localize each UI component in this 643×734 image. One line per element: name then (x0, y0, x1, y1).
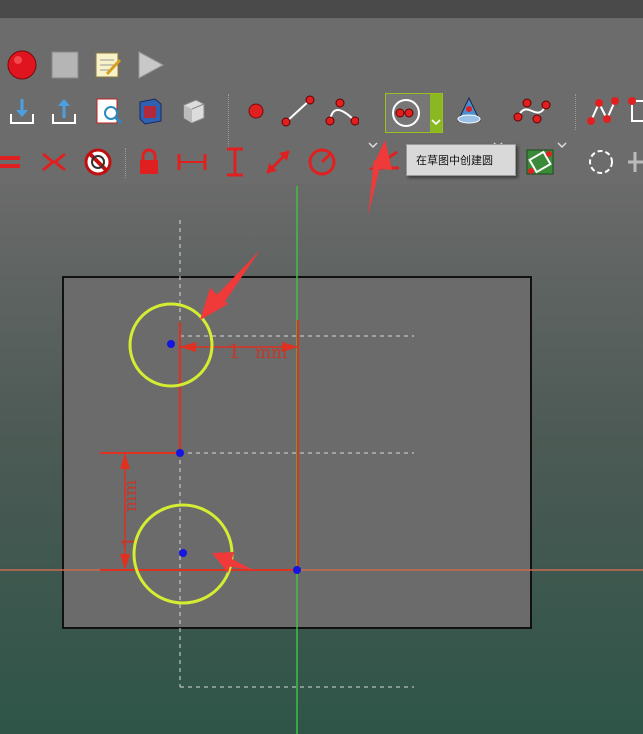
tooltip: 在草图中创建圆 (406, 144, 516, 176)
sketch-canvas: 1 mm mm 1 (0, 140, 643, 734)
dimension-horizontal-value[interactable]: 1 (228, 339, 241, 363)
dimension-horizontal-unit: mm (255, 343, 287, 363)
dimension-vertical-unit: mm (121, 480, 141, 512)
